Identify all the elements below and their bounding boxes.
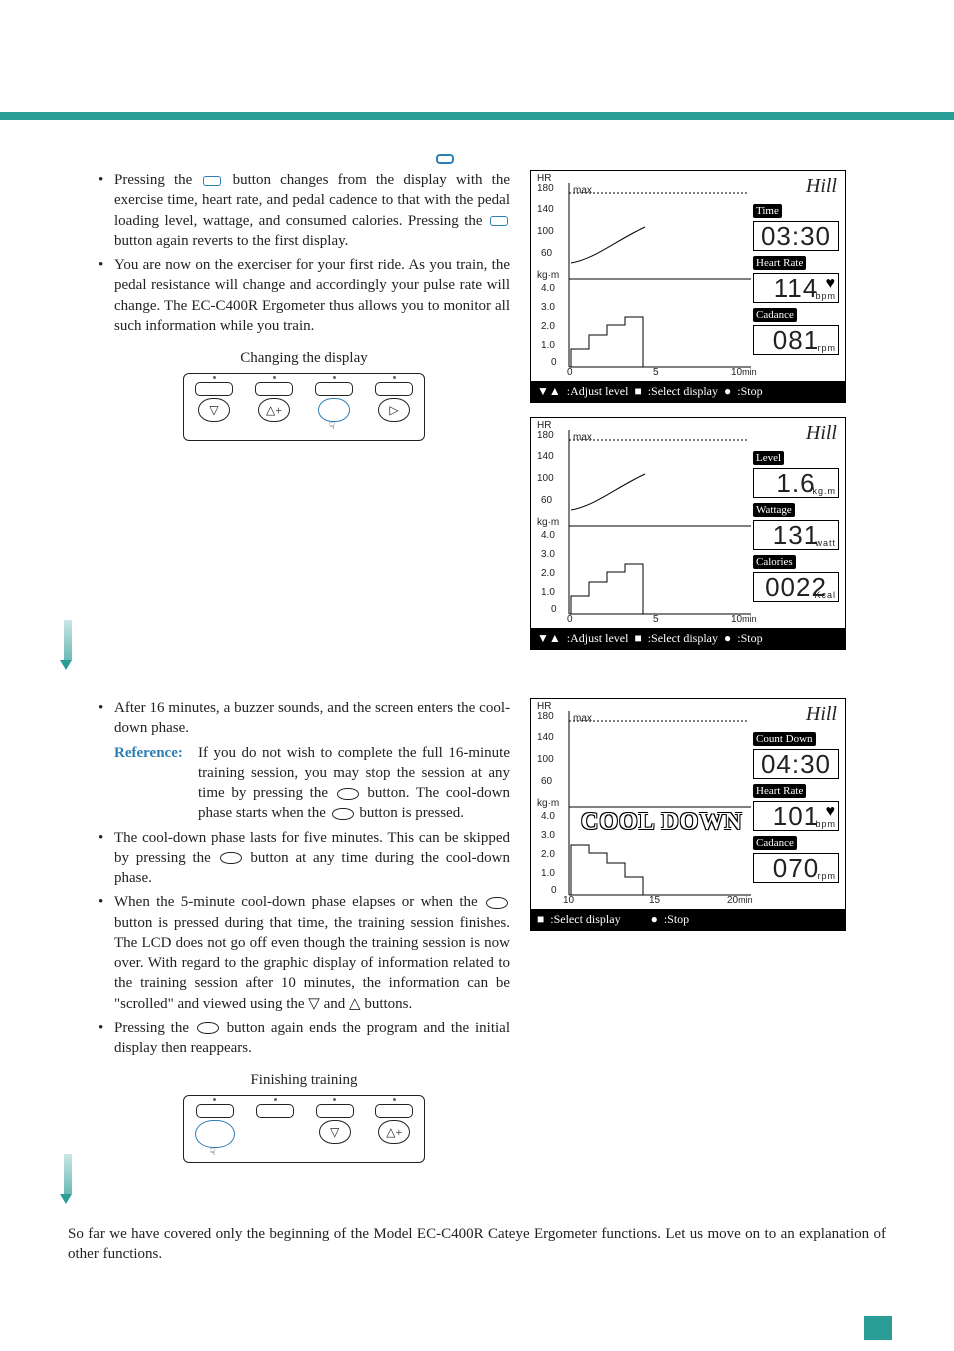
down-key: ▽ [198,398,230,422]
lcd-panel-3: COOL DOWN HR 180 max 140 100 60 kg·m 4.0… [530,698,846,931]
stop-button-inline-icon [337,788,359,800]
bar-key [316,1104,354,1118]
progress-arrow-2-tip [60,1194,72,1204]
down-triangle-icon: ▽ [308,996,320,1012]
bullet-list-b: •After 16 minutes, a buzzer sounds, and … [98,698,510,1058]
bar-key [195,382,233,396]
lcd-graph-svg [535,422,755,622]
lcd-stats: Level 1.6kg.m Wattage 131watt Calories 0… [753,448,839,602]
caption-finishing-training: Finishing training [98,1072,510,1089]
stop-button-inline-icon [486,897,508,909]
bullet-list-a: • Pressing the button changes from the d… [98,170,510,336]
display-button-inline-icon [490,216,508,226]
display-button-icon [436,154,454,164]
select-key: ☟ [318,398,350,422]
reference-label: Reference: [114,743,198,824]
bar-key [315,382,353,396]
up-key: △+ [258,398,290,422]
caption-changing-display: Changing the display [98,350,510,367]
heart-icon: ♥ [826,804,837,820]
stop-button-inline-icon [220,852,242,864]
lcd-graph-svg [535,175,755,375]
keypad-diagram-b: ☟ ▽ △+ [183,1095,425,1163]
up-triangle-icon: △ [349,996,361,1012]
footer-paragraph: So far we have covered only the beginnin… [68,1224,886,1265]
bar-key [256,1104,294,1118]
lcd-footer-bar: ▼▲:Adjust level ■:Select display ●:Stop [531,628,845,649]
lcd-stats: Time 03:30 Heart Rate 114♥bpm Cadance 08… [753,201,839,355]
lcd-mode: Hill [806,703,837,726]
stop-button-inline-icon [197,1022,219,1034]
lcd-footer-bar: ■:Select display ●:Stop [531,909,845,930]
lcd-footer-bar: ▼▲:Adjust level ■:Select display ●:Stop [531,381,845,402]
keypad-diagram-a: ▽ △+ ☟ ▷ [183,373,425,441]
display-button-inline-icon [203,176,221,186]
heart-icon: ♥ [826,276,837,292]
lcd-panel-2: HR 180 max 140 100 60 kg·m 4.0 3.0 2.0 1… [530,417,846,650]
lcd-graph-svg [535,703,755,903]
progress-arrow-2 [64,1154,72,1194]
up-key: △+ [378,1120,410,1144]
bar-key [196,1104,234,1118]
header-rule [0,112,954,120]
bar-key [375,382,413,396]
cool-down-banner: COOL DOWN [581,809,743,836]
lcd-mode: Hill [806,422,837,445]
lcd-mode: Hill [806,175,837,198]
main-key: ☟ [195,1120,235,1148]
lcd-stats: Count Down 04:30 Heart Rate 101♥bpm Cada… [753,729,839,883]
page-tab [864,1316,892,1340]
lcd-panel-1: HR 180 max 140 100 60 kg·m 4.0 3.0 2.0 1… [530,170,846,403]
stop-button-inline-icon [332,808,354,820]
bar-key [255,382,293,396]
progress-arrow-tip [60,660,72,670]
play-key: ▷ [378,398,410,422]
bar-key [375,1104,413,1118]
down-key: ▽ [319,1120,351,1144]
